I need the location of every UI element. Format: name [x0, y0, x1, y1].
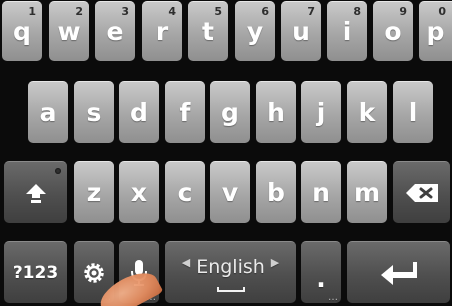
key-o[interactable]: 9 o [373, 1, 413, 61]
key-c[interactable]: c [165, 161, 205, 223]
key-n[interactable]: n [301, 161, 341, 223]
symbols-key[interactable]: ?123 [4, 241, 67, 303]
key-g[interactable]: g [210, 81, 250, 143]
language-next-arrow-icon: ▶ [270, 256, 280, 269]
key-l[interactable]: l [393, 81, 433, 143]
key-i-hint: 8 [353, 5, 361, 18]
key-x[interactable]: x [119, 161, 159, 223]
key-m[interactable]: m [347, 161, 387, 223]
backspace-icon [405, 183, 438, 202]
key-p[interactable]: 0 p [419, 1, 452, 61]
key-r-label: r [155, 17, 169, 46]
key-e-hint: 3 [121, 5, 129, 18]
key-h[interactable]: h [256, 81, 296, 143]
key-m-label: m [353, 178, 381, 207]
language-prev-arrow-icon: ◀ [181, 256, 191, 269]
language-label: English [196, 256, 265, 278]
caps-lock-indicator [55, 168, 61, 174]
key-c-label: c [177, 178, 193, 207]
key-k-label: k [358, 98, 376, 127]
key-a-label: a [39, 98, 57, 127]
key-t-label: t [202, 17, 214, 46]
enter-key[interactable] [347, 241, 450, 303]
key-r-hint: 4 [168, 5, 176, 18]
key-v[interactable]: v [210, 161, 250, 223]
key-z-label: z [86, 178, 102, 207]
key-h-label: h [267, 98, 285, 127]
key-x-label: x [130, 178, 148, 207]
key-y-label: y [246, 17, 264, 46]
return-arrow-icon [380, 261, 417, 285]
key-g-label: g [221, 98, 239, 127]
key-p-label: p [426, 17, 445, 46]
key-u-label: u [292, 17, 310, 46]
key-b[interactable]: b [256, 161, 296, 223]
symbols-key-label: ?123 [12, 262, 59, 283]
key-v-label: v [221, 178, 239, 207]
key-t[interactable]: 5 t [188, 1, 228, 61]
soft-keyboard: 1 q 2 w 3 e 4 r 5 t 6 y 7 u 8 i 9 o 0 p … [0, 0, 452, 306]
shift-arrow-icon [25, 183, 46, 203]
key-j[interactable]: j [301, 81, 341, 143]
key-d-label: d [130, 98, 148, 127]
key-n-label: n [312, 178, 330, 207]
key-y-hint: 6 [261, 5, 269, 18]
key-w-hint: 2 [75, 5, 83, 18]
key-j-label: j [316, 98, 326, 127]
delete-key[interactable] [393, 161, 450, 223]
period-more-dots: … [328, 292, 338, 303]
key-o-label: o [384, 17, 402, 46]
key-l-label: l [408, 98, 418, 127]
period-key-label: . [316, 264, 326, 293]
key-d[interactable]: d [119, 81, 159, 143]
key-y[interactable]: 6 y [235, 1, 275, 61]
key-t-hint: 5 [214, 5, 222, 18]
key-b-label: b [267, 178, 285, 207]
key-i[interactable]: 8 i [327, 1, 367, 61]
key-q-hint: 1 [28, 5, 36, 18]
key-e-label: e [106, 17, 124, 46]
key-w[interactable]: 2 w [49, 1, 89, 61]
key-q[interactable]: 1 q [2, 1, 42, 61]
key-e[interactable]: 3 e [95, 1, 135, 61]
key-f-label: f [179, 98, 191, 127]
period-key[interactable]: . … [301, 241, 341, 303]
key-o-hint: 9 [399, 5, 407, 18]
key-u[interactable]: 7 u [281, 1, 321, 61]
key-z[interactable]: z [74, 161, 114, 223]
key-q-label: q [13, 17, 31, 46]
gear-icon [84, 262, 104, 283]
key-a[interactable]: a [28, 81, 68, 143]
key-f[interactable]: f [165, 81, 205, 143]
shift-key[interactable] [4, 161, 67, 223]
key-k[interactable]: k [347, 81, 387, 143]
key-s-label: s [86, 98, 102, 127]
key-p-hint: 0 [438, 5, 446, 18]
key-r[interactable]: 4 r [142, 1, 182, 61]
space-bar-key[interactable]: ◀ English ▶ [165, 241, 296, 303]
key-i-label: i [342, 17, 352, 46]
key-s[interactable]: s [74, 81, 114, 143]
key-u-hint: 7 [307, 5, 315, 18]
space-icon [216, 287, 245, 292]
key-w-label: w [57, 17, 81, 46]
